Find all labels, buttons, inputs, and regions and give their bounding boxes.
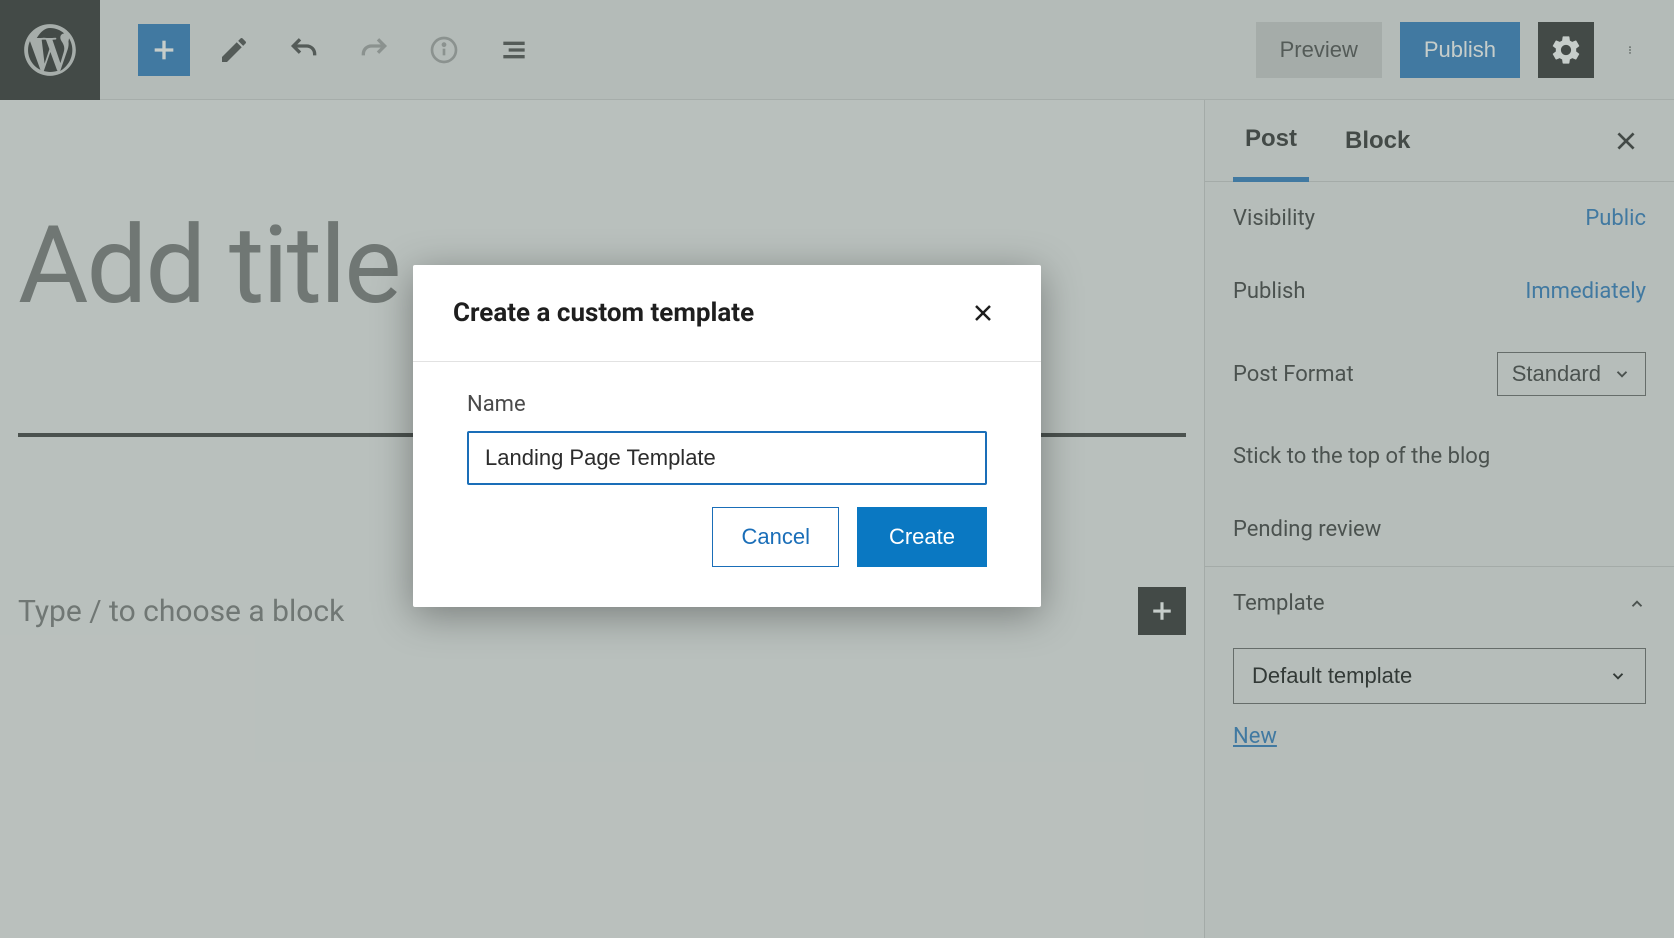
chevron-down-icon bbox=[1609, 667, 1627, 685]
modal-title: Create a custom template bbox=[453, 298, 754, 328]
publish-row: Publish Immediately bbox=[1205, 255, 1674, 328]
plus-icon bbox=[1147, 596, 1177, 626]
post-format-value: Standard bbox=[1512, 361, 1601, 387]
template-name-input[interactable] bbox=[467, 431, 987, 485]
block-prompt-text[interactable]: Type / to choose a block bbox=[18, 594, 344, 629]
tab-post[interactable]: Post bbox=[1233, 101, 1309, 182]
publish-value[interactable]: Immediately bbox=[1525, 279, 1646, 304]
modal-header: Create a custom template bbox=[413, 265, 1041, 362]
template-section-label: Template bbox=[1233, 591, 1325, 616]
name-field-label: Name bbox=[467, 392, 987, 417]
template-section-header[interactable]: Template bbox=[1205, 566, 1674, 640]
close-sidebar-button[interactable] bbox=[1606, 121, 1646, 161]
pencil-icon bbox=[218, 34, 250, 66]
visibility-value[interactable]: Public bbox=[1585, 206, 1646, 231]
visibility-label: Visibility bbox=[1233, 206, 1315, 231]
kebab-icon bbox=[1625, 35, 1635, 65]
modal-actions: Cancel Create bbox=[467, 507, 987, 567]
more-options-button[interactable] bbox=[1612, 22, 1648, 78]
pending-review-row[interactable]: Pending review bbox=[1205, 493, 1674, 566]
outline-button[interactable] bbox=[488, 24, 540, 76]
cancel-button[interactable]: Cancel bbox=[712, 507, 838, 567]
wordpress-logo[interactable] bbox=[0, 0, 100, 100]
tab-block[interactable]: Block bbox=[1333, 100, 1422, 181]
settings-sidebar: Post Block Visibility Public Publish Imm… bbox=[1204, 100, 1674, 938]
post-format-label: Post Format bbox=[1233, 362, 1354, 387]
top-toolbar: Preview Publish bbox=[0, 0, 1674, 100]
redo-button[interactable] bbox=[348, 24, 400, 76]
post-format-row: Post Format Standard bbox=[1205, 328, 1674, 420]
redo-icon bbox=[358, 34, 390, 66]
chevron-down-icon bbox=[1613, 365, 1631, 383]
template-select[interactable]: Default template bbox=[1233, 648, 1646, 704]
new-template-link[interactable]: New bbox=[1233, 724, 1277, 749]
toolbar-left-group bbox=[100, 24, 540, 76]
wordpress-icon bbox=[19, 19, 81, 81]
settings-button[interactable] bbox=[1538, 22, 1594, 78]
create-button[interactable]: Create bbox=[857, 507, 987, 567]
sticky-row[interactable]: Stick to the top of the blog bbox=[1205, 420, 1674, 493]
list-icon bbox=[498, 34, 530, 66]
modal-body: Name Cancel Create bbox=[413, 362, 1041, 607]
chevron-up-icon bbox=[1628, 595, 1646, 613]
template-select-value: Default template bbox=[1252, 663, 1412, 689]
edit-button[interactable] bbox=[208, 24, 260, 76]
info-icon bbox=[428, 34, 460, 66]
sidebar-tabs: Post Block bbox=[1205, 100, 1674, 182]
plus-icon bbox=[148, 34, 180, 66]
close-icon bbox=[1613, 128, 1639, 154]
visibility-row: Visibility Public bbox=[1205, 182, 1674, 255]
add-block-button[interactable] bbox=[138, 24, 190, 76]
publish-label: Publish bbox=[1233, 279, 1306, 304]
publish-button[interactable]: Publish bbox=[1400, 22, 1520, 78]
modal-close-button[interactable] bbox=[965, 295, 1001, 331]
inline-add-block-button[interactable] bbox=[1138, 587, 1186, 635]
gear-icon bbox=[1549, 33, 1583, 67]
undo-icon bbox=[288, 34, 320, 66]
preview-button[interactable]: Preview bbox=[1256, 22, 1382, 78]
post-format-select[interactable]: Standard bbox=[1497, 352, 1646, 396]
toolbar-right-group: Preview Publish bbox=[1256, 22, 1674, 78]
close-icon bbox=[971, 301, 995, 325]
info-button[interactable] bbox=[418, 24, 470, 76]
undo-button[interactable] bbox=[278, 24, 330, 76]
create-template-modal: Create a custom template Name Cancel Cre… bbox=[413, 265, 1041, 607]
